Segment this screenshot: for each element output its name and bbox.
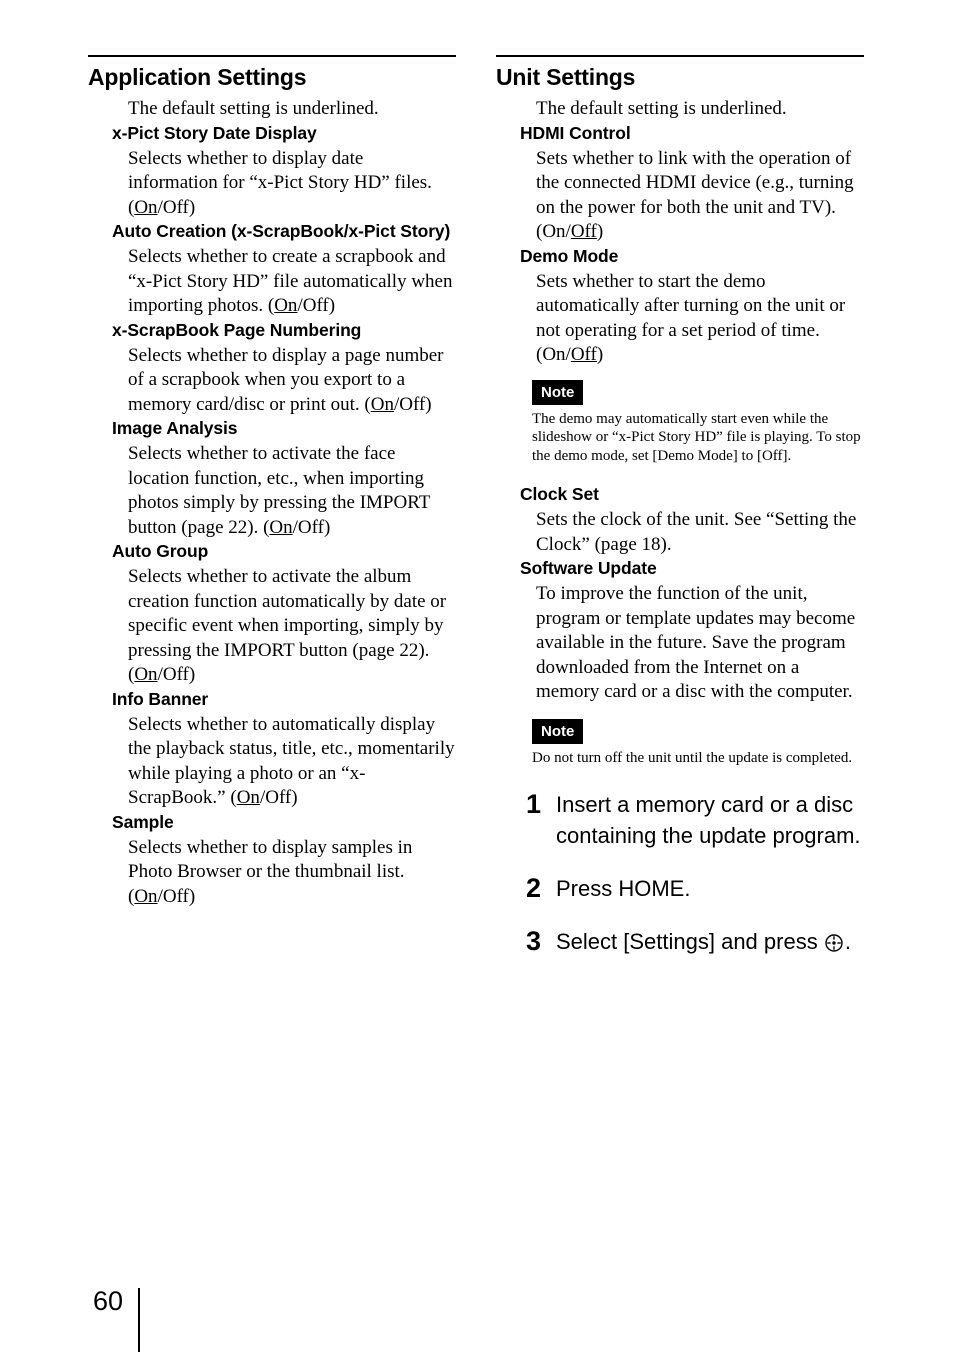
entry-body-software-update: To improve the function of the unit, pro…	[536, 583, 856, 702]
subheading-x-pict-story-date-display: x-Pict Story Date Display	[112, 122, 317, 143]
subheading-sample: Sample	[112, 811, 174, 832]
note-badge: Note	[532, 718, 584, 744]
entry-body-x-pict-story-date-display: Selects whether to display date informat…	[88, 147, 456, 221]
subheading-x-scrapbook-page-numbering: x-ScrapBook Page Numbering	[112, 319, 362, 340]
entry-body-auto-group: Selects whether to activate the album cr…	[88, 565, 456, 688]
folio-rule	[138, 1288, 140, 1352]
manual-page: Application Settings The default setting…	[0, 0, 954, 1352]
step-text: Press HOME.	[556, 876, 691, 901]
subheading-image-analysis: Image Analysis	[112, 418, 238, 438]
subheading-hdmi-control: HDMI Control	[520, 122, 631, 143]
step-item: 2 Press HOME.	[526, 873, 864, 904]
right-column: Unit Settings The default setting is und…	[496, 55, 864, 979]
step-text-pre: Select [Settings] and press	[556, 929, 824, 954]
subheading-auto-group: Auto Group	[112, 541, 209, 561]
entry-body-sample: Selects whether to display samples in Ph…	[88, 836, 456, 910]
step-text-post: .	[844, 929, 851, 954]
entry-body-hdmi-control: Sets whether to link with the operation …	[496, 147, 864, 245]
entry-body-image-analysis: Selects whether to activate the face loc…	[88, 442, 456, 540]
step-number: 3	[526, 926, 542, 956]
entry-body-post: /Off)	[297, 295, 336, 316]
entry-body-post: /Off)	[157, 885, 196, 907]
default-value: On	[134, 196, 158, 218]
entry-body-post: /Off)	[292, 516, 331, 538]
subheading-info-banner: Info Banner	[112, 688, 209, 709]
entry-body-demo-mode: Sets whether to start the demo automatic…	[496, 270, 864, 368]
entry-body-post: /Off)	[393, 393, 432, 415]
entry-body-auto-creation: Selects whether to create a scrapbook an…	[88, 245, 456, 319]
enter-button-icon	[824, 933, 844, 953]
entry-body-clock-set: Sets the clock of the unit. See “Setting…	[536, 509, 857, 555]
entry-body-post: )	[596, 221, 604, 242]
page-number: 60	[93, 1286, 124, 1316]
note-body: The demo may automatically start even wh…	[532, 410, 861, 464]
note-badge: Note	[532, 379, 584, 405]
default-value: On	[134, 885, 158, 907]
subheading-auto-creation: Auto Creation (x-ScrapBook/x-Pict Story)	[112, 221, 451, 241]
section-rule-right	[496, 55, 864, 57]
step-number: 2	[526, 873, 542, 903]
section-title-unit-settings: Unit Settings	[496, 64, 636, 90]
step-item: 3 Select [Settings] and press .	[526, 926, 864, 957]
section-title-application-settings: Application Settings	[88, 64, 307, 90]
note-body: Do not turn off the unit until the updat…	[532, 749, 853, 766]
entry-body-x-scrapbook-page-numbering: Selects whether to display a page number…	[88, 344, 456, 418]
right-lead-text: The default setting is underlined.	[536, 98, 787, 119]
note-software-update: Note Do not turn off the unit until the …	[496, 718, 864, 768]
subheading-clock-set: Clock Set	[520, 484, 599, 504]
default-value: On	[370, 393, 394, 415]
update-steps-list: 1 Insert a memory card or a disc contain…	[496, 789, 864, 957]
entry-body-post: /Off)	[259, 787, 298, 808]
subheading-demo-mode: Demo Mode	[520, 245, 619, 266]
note-demo-mode: Note The demo may automatically start ev…	[496, 379, 864, 466]
entry-body-post: /Off)	[157, 196, 196, 218]
left-column: Application Settings The default setting…	[88, 55, 456, 909]
default-value: On	[274, 295, 298, 316]
step-text: Select [Settings] and press .	[556, 926, 864, 957]
default-value: Off	[570, 344, 597, 365]
entry-body-post: /Off)	[157, 664, 196, 685]
default-value: On	[269, 516, 293, 538]
subheading-software-update: Software Update	[520, 558, 657, 578]
section-rule-left	[88, 55, 456, 57]
entry-body-post: )	[596, 344, 604, 365]
step-item: 1 Insert a memory card or a disc contain…	[526, 789, 864, 851]
default-value: On	[236, 787, 260, 808]
step-text: Insert a memory card or a disc containin…	[556, 792, 861, 848]
left-lead-text: The default setting is underlined.	[128, 98, 379, 119]
entry-body-info-banner: Selects whether to automatically display…	[88, 713, 456, 811]
step-number: 1	[526, 789, 542, 819]
default-value: Off	[570, 221, 597, 242]
default-value: On	[134, 664, 158, 685]
